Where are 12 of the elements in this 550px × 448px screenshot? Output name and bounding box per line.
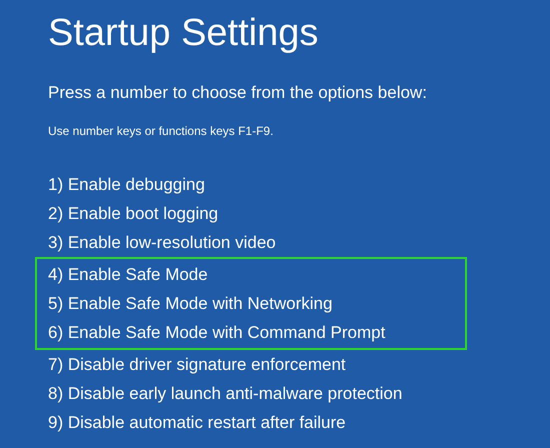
option-item[interactable]: 9) Disable automatic restart after failure [48,408,346,436]
hint-text: Use number keys or functions keys F1-F9. [48,122,274,140]
option-item[interactable]: 4) Enable Safe Mode [48,260,208,288]
option-item[interactable]: 2) Enable boot logging [48,198,218,228]
instruction-text: Press a number to choose from the options below: [48,82,427,104]
option-item[interactable]: 7) Disable driver signature enforcement [48,350,346,378]
option-item[interactable]: 3) Enable low-resolution video [48,228,276,256]
option-item[interactable]: 1) Enable debugging [48,170,205,198]
option-item[interactable]: 5) Enable Safe Mode with Networking [48,288,332,318]
option-item[interactable]: 6) Enable Safe Mode with Command Prompt [48,318,386,346]
option-item[interactable]: 8) Disable early launch anti-malware protection [48,378,402,408]
screen-title: Startup Settings [48,11,318,56]
